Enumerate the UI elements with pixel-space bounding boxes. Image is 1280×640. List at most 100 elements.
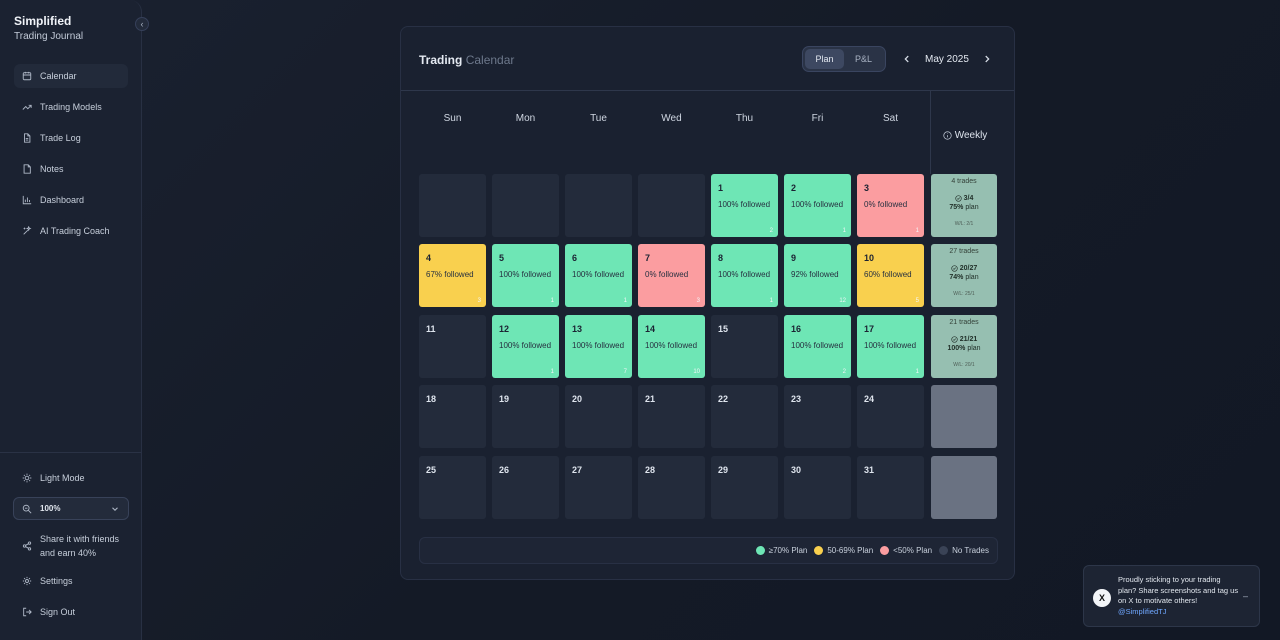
day-cell[interactable]: 26 — [492, 456, 559, 519]
share-line-2: and earn 40% — [40, 548, 97, 558]
sidebar-divider — [0, 452, 141, 453]
plan-followed-pct: 0% followed — [645, 270, 689, 279]
sparkle-icon — [22, 226, 32, 236]
trade-count: 1 — [623, 298, 627, 304]
x-logo-icon: X — [1093, 589, 1111, 607]
day-number: 22 — [718, 394, 729, 404]
page-title: Trading Calendar — [419, 53, 514, 67]
legend-label: ≥70% Plan — [768, 546, 808, 555]
sun-icon — [22, 473, 32, 483]
day-cell[interactable]: 25 — [419, 456, 486, 519]
check-circle-icon — [954, 195, 962, 202]
day-cell[interactable]: 9 92% followed 12 — [784, 244, 851, 307]
brand-subtitle: Trading Journal — [14, 31, 84, 42]
dismiss-toast-button[interactable]: – — [1243, 591, 1248, 601]
plan-followed-pct: 92% followed — [791, 270, 839, 279]
empty-cell — [419, 174, 486, 237]
sidebar-item-trading-models[interactable]: Trading Models — [14, 95, 128, 119]
day-cell[interactable]: 14 100% followed 10 — [638, 315, 705, 378]
day-cell[interactable]: 16 100% followed 2 — [784, 315, 851, 378]
plan-view-button[interactable]: Plan — [805, 49, 844, 69]
day-cell[interactable]: 11 — [419, 315, 486, 378]
day-cell[interactable]: 4 67% followed 3 — [419, 244, 486, 307]
sidebar-item-label: Dashboard — [40, 195, 85, 205]
day-cell[interactable]: 29 — [711, 456, 778, 519]
sidebar-item-settings[interactable]: Settings — [22, 576, 73, 586]
sidebar-item-notes[interactable]: Notes — [14, 157, 128, 181]
weekly-plan-word: plan — [965, 204, 979, 211]
day-cell[interactable]: 18 — [419, 385, 486, 448]
day-cell[interactable]: 20 — [565, 385, 632, 448]
chevron-right-icon[interactable] — [979, 51, 995, 67]
day-cell[interactable]: 8 100% followed 1 — [711, 244, 778, 307]
day-cell[interactable]: 1 100% followed 2 — [711, 174, 778, 237]
day-number: 4 — [426, 253, 432, 263]
day-cell[interactable]: 31 — [857, 456, 924, 519]
day-cell[interactable]: 7 0% followed 3 — [638, 244, 705, 307]
brand-title: Simplified — [14, 14, 72, 28]
zoom-select[interactable]: 100% — [13, 497, 129, 520]
plan-followed-pct: 100% followed — [645, 341, 698, 350]
day-cell[interactable]: 21 — [638, 385, 705, 448]
day-cell[interactable]: 3 0% followed 1 — [857, 174, 924, 237]
weekly-label: Weekly — [954, 130, 988, 141]
day-cell[interactable]: 5 100% followed 1 — [492, 244, 559, 307]
day-cell[interactable]: 27 — [565, 456, 632, 519]
plan-followed-pct: 100% followed — [499, 270, 552, 279]
sidebar-item-label: Notes — [40, 164, 64, 174]
plan-followed-pct: 100% followed — [864, 341, 917, 350]
day-number: 1 — [718, 183, 724, 193]
day-cell[interactable]: 10 60% followed 5 — [857, 244, 924, 307]
header-divider — [401, 90, 1014, 91]
trade-count: 7 — [623, 369, 627, 375]
weekly-summary: 4 trades 3/4 75% plan W/L: 2/1 — [931, 174, 997, 237]
sidebar-item-dashboard[interactable]: Dashboard — [14, 188, 128, 212]
day-cell[interactable]: 2 100% followed 1 — [784, 174, 851, 237]
share-icon — [22, 541, 32, 551]
light-mode-label: Light Mode — [40, 473, 85, 483]
light-mode-toggle[interactable]: Light Mode — [22, 473, 85, 483]
sidebar-item-calendar[interactable]: Calendar — [14, 64, 128, 88]
collapse-sidebar-button[interactable]: ‹ — [135, 17, 149, 31]
trade-count: 10 — [693, 369, 700, 375]
title-bold: Trading — [419, 53, 463, 67]
chevron-left-icon[interactable] — [899, 51, 915, 67]
weekday-3: Wed — [661, 113, 682, 124]
trend-up-icon — [22, 102, 32, 112]
toast-handle-link[interactable]: @SimplifiedTJ — [1118, 607, 1166, 616]
day-cell[interactable]: 12 100% followed 1 — [492, 315, 559, 378]
toast-text: Proudly sticking to your trading plan? S… — [1118, 575, 1239, 605]
sidebar: Simplified Trading Journal ‹ Calendar Tr… — [0, 0, 149, 640]
day-cell[interactable]: 22 — [711, 385, 778, 448]
toast-message: Proudly sticking to your trading plan? S… — [1118, 575, 1240, 617]
day-cell[interactable]: 17 100% followed 1 — [857, 315, 924, 378]
sidebar-item-ai-trading-coach[interactable]: AI Trading Coach — [14, 219, 128, 243]
weekly-win-loss: W/L: 2/1 — [954, 221, 974, 227]
day-cell[interactable]: 13 100% followed 7 — [565, 315, 632, 378]
trade-count: 3 — [696, 298, 700, 304]
legend-item: 50-69% Plan — [814, 546, 873, 555]
day-cell[interactable]: 28 — [638, 456, 705, 519]
weekly-plan-pct: 75% — [949, 204, 964, 211]
sign-out-label: Sign Out — [40, 607, 76, 617]
view-toggle: Plan P&L — [802, 46, 886, 72]
empty-cell — [638, 174, 705, 237]
day-number: 7 — [645, 253, 651, 263]
sidebar-item-trade-log[interactable]: Trade Log — [14, 126, 128, 150]
day-number: 11 — [426, 324, 436, 334]
day-cell[interactable]: 30 — [784, 456, 851, 519]
sign-out-button[interactable]: Sign Out — [22, 607, 75, 617]
day-cell[interactable]: 19 — [492, 385, 559, 448]
weekly-plan: 75% plan — [931, 204, 997, 211]
weekly-ratio-value: 21/21 — [959, 336, 978, 343]
share-referral-link[interactable]: Share it with friends and earn 40% — [22, 532, 119, 560]
day-cell[interactable]: 6 100% followed 1 — [565, 244, 632, 307]
pnl-view-button[interactable]: P&L — [844, 49, 883, 69]
day-number: 25 — [426, 465, 437, 475]
day-cell[interactable]: 15 — [711, 315, 778, 378]
legend-item: No Trades — [939, 546, 989, 555]
day-cell[interactable]: 23 — [784, 385, 851, 448]
day-cell[interactable]: 24 — [857, 385, 924, 448]
day-number: 23 — [791, 394, 802, 404]
day-number: 21 — [645, 394, 656, 404]
